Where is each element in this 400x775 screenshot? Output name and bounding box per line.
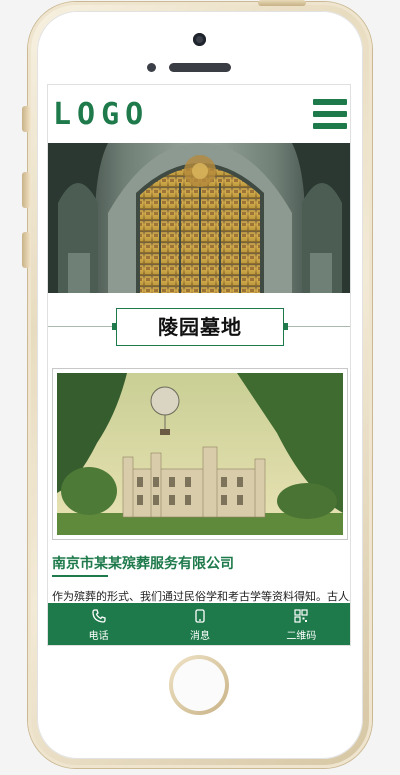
company-description: 作为殡葬的形式、我们通过民俗学和考古学等资料得知。古人从	[52, 590, 351, 603]
bottom-nav: 电话 消息 二维码	[48, 603, 350, 645]
phone-screen: LOGO 陵园墓地 南京市某某殡葬服务有限公司 作为殡葬的形式、我们通过民俗学和…	[47, 84, 351, 646]
front-camera	[193, 33, 206, 46]
feature-image	[57, 373, 343, 535]
home-button[interactable]	[169, 655, 229, 715]
volume-up-button	[22, 172, 30, 208]
nav-phone-label: 电话	[88, 630, 109, 642]
volume-down-button	[22, 232, 30, 268]
site-header: LOGO	[48, 85, 350, 144]
banner-image	[48, 143, 350, 293]
site-logo[interactable]: LOGO	[53, 95, 149, 135]
nav-message[interactable]: 消息	[149, 603, 250, 645]
power-button	[258, 0, 306, 6]
qrcode-icon	[294, 608, 308, 623]
proximity-sensor	[147, 63, 156, 72]
company-underline	[52, 575, 108, 577]
nav-qrcode[interactable]: 二维码	[251, 603, 350, 645]
feature-image-frame[interactable]	[52, 368, 348, 540]
nav-phone[interactable]: 电话	[48, 603, 149, 645]
section-heading: 陵园墓地	[48, 301, 350, 353]
section-title: 陵园墓地	[116, 308, 284, 346]
nav-qrcode-label: 二维码	[286, 630, 317, 642]
company-name[interactable]: 南京市某某殡葬服务有限公司	[52, 553, 234, 573]
phone-icon	[92, 608, 106, 623]
mute-switch	[22, 106, 30, 132]
hamburger-icon[interactable]	[313, 99, 347, 129]
nav-message-label: 消息	[189, 630, 210, 642]
message-icon	[195, 608, 205, 623]
earpiece-speaker	[169, 63, 231, 72]
